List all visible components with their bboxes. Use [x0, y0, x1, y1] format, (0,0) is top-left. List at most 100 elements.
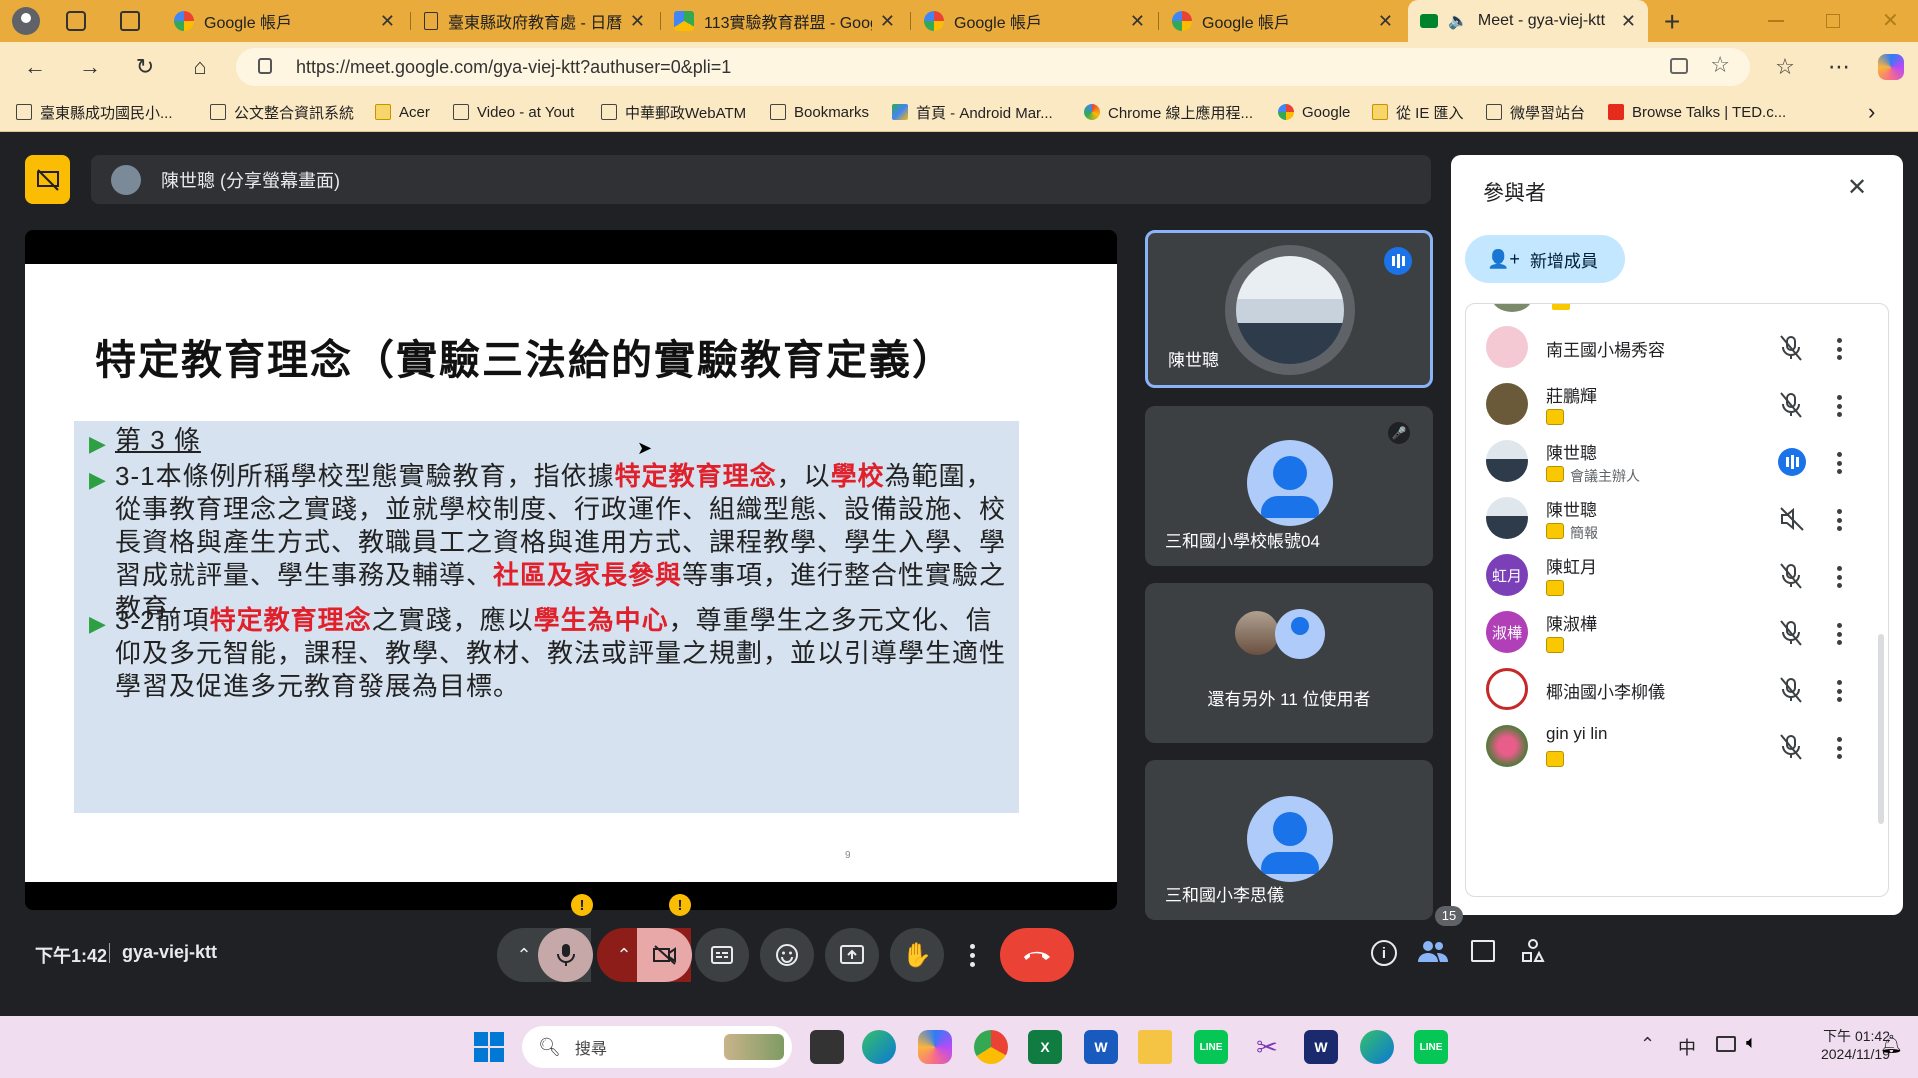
bookmark-item[interactable]: 臺東縣成功國民小... — [16, 92, 173, 132]
scrollbar[interactable] — [1878, 634, 1884, 824]
more-options-icon[interactable] — [1836, 452, 1842, 474]
close-tab-icon[interactable]: ✕ — [1621, 11, 1636, 32]
reload-button[interactable]: ↻ — [130, 52, 160, 82]
video-tile-active-speaker[interactable]: 陳世聰 — [1145, 230, 1433, 388]
more-options-icon[interactable] — [1836, 680, 1842, 702]
task-view-icon[interactable] — [810, 1030, 844, 1064]
more-options-icon[interactable] — [1836, 623, 1842, 645]
bookmark-item[interactable]: 中華郵政WebATM — [601, 92, 746, 132]
close-tab-icon[interactable]: ✕ — [380, 11, 395, 32]
site-info-icon[interactable] — [258, 58, 272, 74]
tab-meet[interactable]: 🔈 Meet - gya-viej-ktt ✕ — [1408, 0, 1648, 42]
bookmark-item[interactable]: Google — [1278, 92, 1350, 132]
network-icon[interactable] — [1716, 1036, 1736, 1052]
favorites-icon[interactable]: ☆ — [1770, 52, 1800, 82]
bookmark-item[interactable]: Chrome 線上應用程... — [1084, 92, 1253, 132]
close-tab-icon[interactable]: ✕ — [1378, 11, 1393, 32]
tab-actions-icon[interactable] — [120, 11, 140, 31]
snipping-tool-icon[interactable]: ✂ — [1250, 1030, 1284, 1064]
close-tab-icon[interactable]: ✕ — [630, 11, 645, 32]
participant-row[interactable]: gin yi lin — [1486, 711, 1856, 781]
muted-mic-icon[interactable] — [1778, 391, 1806, 419]
more-options-icon[interactable] — [1836, 395, 1842, 417]
tab-calendar[interactable]: 臺東縣政府教育處 - 日曆 ✕ — [412, 0, 657, 42]
muted-mic-icon[interactable] — [1778, 676, 1806, 704]
audio-playing-icon[interactable]: 🔈 — [1448, 11, 1468, 31]
clock-time[interactable]: 下午 01:42 — [1790, 1026, 1890, 1046]
more-options-icon[interactable] — [1836, 566, 1842, 588]
present-screen-button[interactable] — [825, 928, 879, 982]
install-app-icon[interactable] — [1670, 58, 1688, 74]
file-explorer-icon[interactable] — [1138, 1030, 1172, 1064]
bookmark-item[interactable]: 微學習站台 — [1486, 92, 1585, 132]
close-tab-icon[interactable]: ✕ — [1130, 11, 1145, 32]
muted-mic-icon[interactable] — [1778, 562, 1806, 590]
bookmark-item[interactable]: Video - at Yout — [453, 92, 574, 132]
tab-google-account-2[interactable]: Google 帳戶 ✕ — [912, 0, 1157, 42]
more-options-icon[interactable] — [1836, 338, 1842, 360]
raise-hand-button[interactable]: ✋ — [890, 928, 944, 982]
muted-mic-icon[interactable] — [1778, 733, 1806, 761]
close-panel-button[interactable]: ✕ — [1847, 173, 1867, 202]
back-button[interactable]: ← — [20, 52, 50, 82]
more-options-button[interactable] — [955, 928, 989, 982]
audio-off-icon[interactable] — [1778, 505, 1806, 533]
edge-beta-icon[interactable] — [1360, 1030, 1394, 1064]
excel-icon[interactable]: X — [1028, 1030, 1062, 1064]
bookmark-item[interactable]: Browse Talks | TED.c... — [1608, 92, 1786, 132]
tab-google-account-1[interactable]: Google 帳戶 ✕ — [162, 0, 407, 42]
bookmark-item[interactable]: 公文整合資訊系統 — [210, 92, 354, 132]
add-people-button[interactable]: 👤+ 新增成員 — [1465, 235, 1625, 283]
word-icon[interactable]: W — [1084, 1030, 1118, 1064]
chat-icon[interactable] — [1471, 940, 1495, 962]
leave-call-button[interactable] — [1000, 928, 1074, 982]
tab-google-account-3[interactable]: Google 帳戶 ✕ — [1160, 0, 1405, 42]
clock-date[interactable]: 2024/11/19 — [1790, 1046, 1890, 1062]
line-icon[interactable]: LINE — [1414, 1030, 1448, 1064]
stop-presenting-icon[interactable] — [25, 155, 70, 204]
muted-mic-icon[interactable] — [1778, 619, 1806, 647]
bookmark-folder[interactable]: 從 IE 匯入 — [1372, 92, 1464, 132]
video-tile[interactable]: 三和國小李思儀 — [1145, 760, 1433, 920]
notification-bell-icon[interactable]: 🔔︎ — [1880, 1034, 1903, 1055]
workspaces-icon[interactable] — [66, 11, 86, 31]
tab-drive[interactable]: 113實驗教育群盟 - Google ✕ — [662, 0, 907, 42]
copilot-icon[interactable] — [1878, 54, 1904, 80]
new-tab-button[interactable]: + — [1664, 6, 1680, 38]
profile-icon[interactable] — [12, 7, 40, 35]
meeting-details-icon[interactable]: i — [1371, 940, 1397, 966]
forward-button[interactable]: → — [75, 52, 105, 82]
bookmark-star-icon[interactable]: ☆ — [1710, 52, 1730, 78]
volume-icon[interactable]: 🔈︎ — [1746, 1032, 1757, 1053]
show-hidden-icons[interactable]: ⌃ — [1640, 1034, 1655, 1055]
bookmarks-overflow-icon[interactable]: › — [1868, 92, 1875, 132]
more-options-icon[interactable] — [1836, 509, 1842, 531]
close-window-button[interactable]: ✕ — [1882, 8, 1899, 33]
chrome-icon[interactable] — [974, 1030, 1008, 1064]
url-field[interactable]: https://meet.google.com/gya-viej-ktt?aut… — [236, 48, 1750, 86]
others-tile[interactable]: 還有另外 11 位使用者 — [1145, 583, 1433, 743]
bookmark-folder[interactable]: Acer — [375, 92, 430, 132]
close-tab-icon[interactable]: ✕ — [880, 11, 895, 32]
minimize-button[interactable] — [1768, 20, 1784, 22]
ime-indicator[interactable]: 中 — [1678, 1034, 1696, 1060]
more-menu-icon[interactable]: ⋯ — [1824, 52, 1854, 82]
edge-icon[interactable] — [862, 1030, 896, 1064]
maximize-button[interactable] — [1826, 14, 1840, 28]
start-icon[interactable] — [474, 1032, 504, 1062]
copilot-app-icon[interactable] — [918, 1030, 952, 1064]
people-icon[interactable] — [1417, 938, 1449, 966]
camera-button[interactable] — [637, 928, 692, 982]
bookmark-item[interactable]: 首頁 - Android Mar... — [892, 92, 1053, 132]
muted-mic-icon[interactable] — [1778, 334, 1806, 362]
video-tile[interactable]: 🎤 三和國小學校帳號04 — [1145, 406, 1433, 566]
captions-button[interactable] — [695, 928, 749, 982]
line-icon[interactable]: LINE — [1194, 1030, 1228, 1064]
taskbar-search[interactable]: 🔍︎ 搜尋 — [522, 1026, 792, 1068]
more-options-icon[interactable] — [1836, 737, 1842, 759]
activities-icon[interactable] — [1521, 938, 1545, 964]
bookmark-item[interactable]: Bookmarks — [770, 92, 869, 132]
home-button[interactable]: ⌂ — [185, 52, 215, 82]
emoji-button[interactable] — [760, 928, 814, 982]
webex-icon[interactable]: W — [1304, 1030, 1338, 1064]
